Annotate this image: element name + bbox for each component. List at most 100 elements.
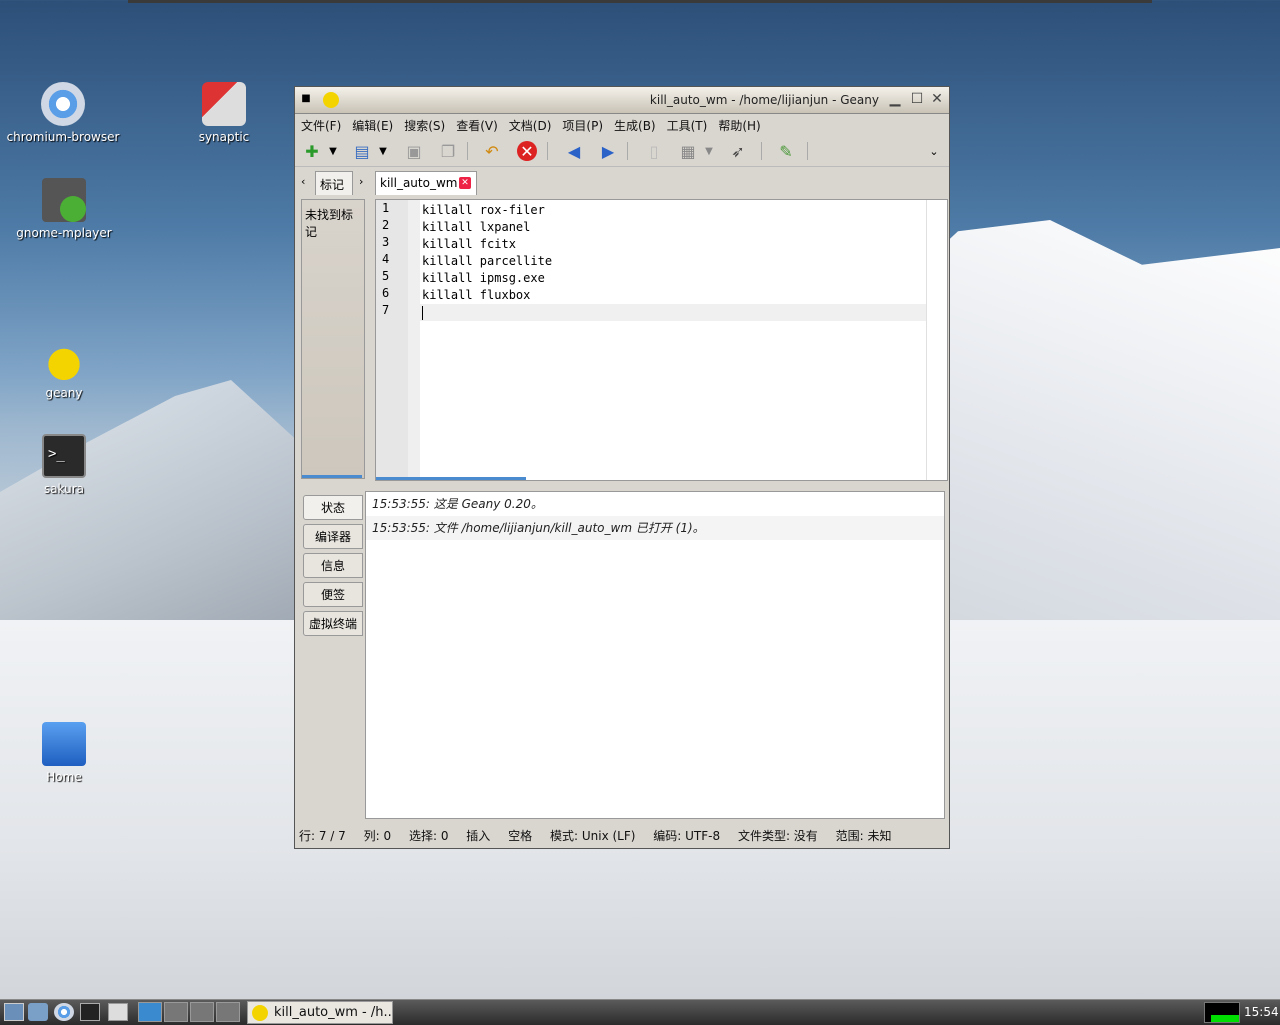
- tab-symbols-label: 标记: [320, 178, 345, 192]
- terminal-launcher-icon[interactable]: [80, 1003, 100, 1021]
- forward-arrow-icon[interactable]: ▶: [597, 141, 619, 161]
- code-line: killall fluxbox: [422, 288, 531, 302]
- tab-messages-label: 信息: [320, 559, 345, 573]
- menu-bar: 文件(F) 编辑(E) 搜索(S) 查看(V) 文档(D) 项目(P) 生成(B…: [295, 114, 949, 136]
- workspace-2[interactable]: [164, 1002, 188, 1022]
- geany-icon: [252, 1005, 268, 1021]
- window-title: kill_auto_wm - /home/lijianjun - Geany: [649, 93, 879, 107]
- show-desktop-icon[interactable]: [4, 1003, 24, 1021]
- cpu-monitor[interactable]: [1204, 1002, 1240, 1023]
- minimize-icon[interactable]: ▁: [887, 91, 903, 107]
- menu-project[interactable]: 项目(P): [562, 117, 603, 134]
- line-number: 1: [382, 201, 390, 215]
- line-number: 3: [382, 235, 390, 249]
- line-number: 2: [382, 218, 390, 232]
- new-file-icon[interactable]: ✚: [301, 141, 323, 161]
- menu-tools[interactable]: 工具(T): [667, 117, 708, 134]
- workspace-1[interactable]: [138, 1002, 162, 1022]
- window-switcher-icon[interactable]: [108, 1003, 128, 1021]
- status-column: 列: 0: [363, 829, 392, 843]
- save-icon[interactable]: ▣: [403, 141, 425, 161]
- tab-compiler-label: 编译器: [314, 530, 351, 544]
- save-all-icon[interactable]: ❐: [437, 141, 459, 161]
- open-file-icon[interactable]: ▤: [351, 141, 373, 161]
- desktop-icon-chromium[interactable]: chromium-browser: [3, 82, 123, 144]
- status-encoding: 编码: UTF-8: [653, 829, 721, 843]
- tab-messages[interactable]: 信息: [303, 553, 363, 578]
- editor-tabs: kill_auto_wm ✕: [375, 171, 935, 195]
- desktop-icon-label: gnome-mplayer: [16, 226, 112, 240]
- run-icon[interactable]: ➶: [727, 141, 749, 161]
- menu-document[interactable]: 文档(D): [509, 117, 552, 134]
- toolbar-separator: [467, 142, 468, 160]
- compile-icon[interactable]: ▯: [643, 141, 665, 161]
- code-line: killall fcitx: [422, 237, 516, 251]
- desktop-icon-label: sakura: [43, 482, 85, 496]
- code-lines: killall rox-filer killall lxpanel killal…: [420, 202, 927, 321]
- maximize-icon[interactable]: ☐: [909, 91, 925, 107]
- chevron-down-icon[interactable]: ▼: [327, 141, 339, 161]
- taskbar-task-geany[interactable]: kill_auto_wm - /h...: [247, 1001, 393, 1024]
- tab-symbols[interactable]: 标记: [315, 171, 353, 195]
- tab-close-icon[interactable]: ✕: [459, 177, 471, 189]
- toolbar-overflow-chevron-icon[interactable]: ⌄: [927, 141, 941, 161]
- menu-help[interactable]: 帮助(H): [718, 117, 760, 134]
- sidebar-tabs: ‹ 标记 ›: [301, 171, 371, 195]
- terminal-icon: >_: [42, 434, 86, 478]
- symbols-empty-text: 未找到标记: [305, 208, 354, 239]
- clock[interactable]: 15:54: [1244, 1000, 1279, 1025]
- toolbar-separator: [547, 142, 548, 160]
- chevron-right-icon[interactable]: ›: [359, 175, 363, 188]
- geany-app-icon: [323, 92, 339, 108]
- chromium-launcher-icon[interactable]: [54, 1003, 74, 1021]
- tab-terminal-label: 虚拟终端: [308, 617, 357, 631]
- tab-terminal[interactable]: 虚拟终端: [303, 611, 363, 636]
- code-editor[interactable]: 1 2 3 4 5 6 7 killall rox-filer killall …: [375, 199, 948, 481]
- workspace-4[interactable]: [216, 1002, 240, 1022]
- menu-search[interactable]: 搜索(S): [404, 117, 445, 134]
- desktop-icon-home[interactable]: Home: [4, 722, 124, 784]
- chevron-left-icon[interactable]: ‹: [301, 175, 305, 188]
- tab-status[interactable]: 状态: [303, 495, 363, 520]
- back-arrow-icon[interactable]: ◀: [563, 141, 585, 161]
- window-menu-icon[interactable]: ■: [299, 92, 313, 106]
- desktop-icon-sakura[interactable]: >_ sakura: [4, 434, 124, 496]
- status-bar: 行: 7 / 7 列: 0 选择: 0 插入 空格 模式: Unix (LF) …: [295, 825, 953, 847]
- editor-scroll-indicator[interactable]: [376, 477, 526, 480]
- desktop-icon-synaptic[interactable]: synaptic: [164, 82, 284, 144]
- close-file-icon[interactable]: ✕: [517, 141, 537, 161]
- desktop-icon-label: geany: [45, 386, 83, 400]
- message-window: 状态 编译器 信息 便签 虚拟终端 15:53:55: 这是 Geany 0.2…: [301, 491, 945, 819]
- tab-status-label: 状态: [320, 501, 345, 515]
- desktop-icon-gnome-mplayer[interactable]: gnome-mplayer: [4, 178, 124, 240]
- status-indent: 空格: [508, 829, 533, 843]
- window-titlebar[interactable]: ■ kill_auto_wm - /home/lijianjun - Geany…: [295, 87, 949, 114]
- file-manager-icon[interactable]: [28, 1003, 48, 1021]
- menu-file[interactable]: 文件(F): [301, 117, 341, 134]
- menu-build[interactable]: 生成(B): [614, 117, 656, 134]
- close-icon[interactable]: ✕: [929, 91, 945, 107]
- toolbar-separator: [807, 142, 808, 160]
- tab-compiler[interactable]: 编译器: [303, 524, 363, 549]
- menu-edit[interactable]: 编辑(E): [352, 117, 393, 134]
- tab-scribble[interactable]: 便签: [303, 582, 363, 607]
- top-panel-edge: [128, 0, 1152, 3]
- fold-margin[interactable]: [408, 200, 420, 480]
- long-line-marker: [926, 200, 927, 480]
- revert-icon[interactable]: ↶: [481, 141, 503, 161]
- desktop-icon-label: synaptic: [198, 130, 250, 144]
- line-number-gutter: 1 2 3 4 5 6 7: [376, 200, 408, 480]
- editor-tab-label: kill_auto_wm: [380, 176, 458, 190]
- menu-view[interactable]: 查看(V): [456, 117, 498, 134]
- desktop-icon-geany[interactable]: geany: [4, 338, 124, 400]
- chevron-down-icon[interactable]: ▼: [377, 141, 389, 161]
- status-selection: 选择: 0: [408, 829, 449, 843]
- workspace-3[interactable]: [190, 1002, 214, 1022]
- current-line: [420, 304, 927, 321]
- build-icon[interactable]: ▦: [677, 141, 699, 161]
- symbols-panel: 未找到标记: [301, 199, 365, 479]
- tab-kill-auto-wm[interactable]: kill_auto_wm ✕: [375, 171, 477, 195]
- color-picker-icon[interactable]: ✎: [775, 141, 797, 161]
- chevron-down-icon[interactable]: ▼: [703, 141, 715, 161]
- sidebar-scroll-indicator[interactable]: [302, 475, 362, 478]
